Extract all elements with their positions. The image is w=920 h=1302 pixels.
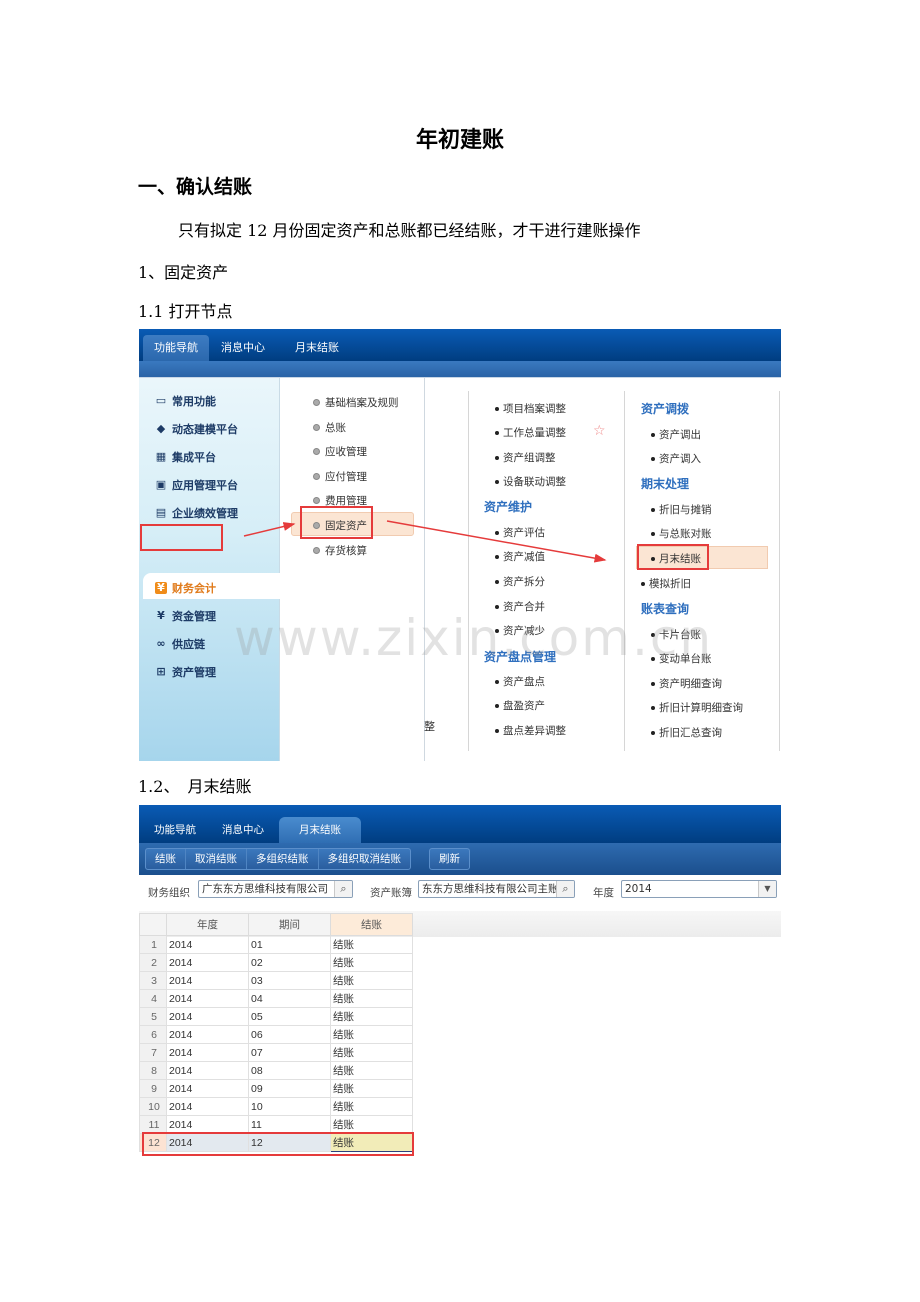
table-row[interactable]: 3 2014 03 结账 [139, 971, 413, 990]
close-cell[interactable]: 结账 [330, 1025, 413, 1044]
close-button[interactable]: 结账 [146, 849, 186, 869]
table-row[interactable]: 11 2014 11 结账 [139, 1115, 413, 1134]
row-number: 9 [139, 1079, 167, 1098]
org-input[interactable]: 广东东方思维科技有限公司 ⌕ [198, 880, 353, 898]
tab-function-nav[interactable]: 功能导航 [145, 817, 205, 843]
navigation-screenshot: 功能导航 消息中心 月末结账 ▭ 常用功能 ◆ 动态建模平台 ▦ 集成平台 ▣ 应用管理… [139, 329, 781, 761]
table-row[interactable]: 6 2014 06 结账 [139, 1025, 413, 1044]
book-input[interactable]: 东东方思维科技有限公司主账簿 ⌕ [418, 880, 575, 898]
period-cell: 07 [248, 1043, 331, 1062]
chevron-down-icon[interactable]: ▼ [758, 881, 776, 897]
close-cell[interactable]: 结账 [330, 989, 413, 1008]
close-cell[interactable]: 结账 [330, 1007, 413, 1026]
month-end-close-screenshot: 功能导航 消息中心 月末结账 结账 取消结账 多组织结账 多组织取消结账 刷新 … [139, 805, 781, 1160]
period-cell: 02 [248, 953, 331, 972]
year-cell: 2014 [166, 935, 249, 954]
period-cell: 03 [248, 971, 331, 990]
row-number: 8 [139, 1061, 167, 1080]
table-row[interactable]: 10 2014 10 结账 [139, 1097, 413, 1116]
row-number: 2 [139, 953, 167, 972]
section-heading: 一、确认结账 [138, 176, 253, 198]
row-number: 6 [139, 1025, 167, 1044]
arrow-to-month-end-close [386, 520, 607, 563]
period-cell: 05 [248, 1007, 331, 1026]
period-cell: 08 [248, 1061, 331, 1080]
year-cell: 2014 [166, 1079, 249, 1098]
multi-org-close-button[interactable]: 多组织结账 [247, 849, 319, 869]
top-tab-bar: 功能导航 消息中心 月末结账 [139, 805, 781, 843]
close-cell[interactable]: 结账 [330, 1115, 413, 1134]
row-number: 1 [139, 935, 167, 954]
period-cell: 10 [248, 1097, 331, 1116]
refresh-button-group: 刷新 [429, 848, 470, 870]
search-icon[interactable]: ⌕ [334, 881, 352, 897]
close-cell[interactable]: 结账 [330, 1061, 413, 1080]
tab-message-center[interactable]: 消息中心 [215, 817, 271, 843]
row-number: 3 [139, 971, 167, 990]
year-cell: 2014 [166, 953, 249, 972]
refresh-button[interactable]: 刷新 [430, 849, 469, 869]
step-heading-fixed-assets: 1、固定资产 [138, 263, 229, 282]
year-cell: 2014 [166, 989, 249, 1008]
row-number-header [139, 913, 167, 936]
column-header-close[interactable]: 结账 [330, 913, 413, 936]
year-cell: 2014 [166, 1025, 249, 1044]
row-number: 11 [139, 1115, 167, 1134]
row-number: 5 [139, 1007, 167, 1026]
close-button-group: 结账 取消结账 多组织结账 多组织取消结账 [145, 848, 411, 870]
year-cell: 2014 [166, 1115, 249, 1134]
intro-paragraph: 只有拟定 12 月份固定资产和总账都已经结账，才干进行建账操作 [178, 221, 641, 240]
step-heading-month-end: 1.2、 月末结账 [138, 777, 252, 796]
column-header-year[interactable]: 年度 [166, 913, 249, 936]
close-cell[interactable]: 结账 [330, 1043, 413, 1062]
year-cell: 2014 [166, 1007, 249, 1026]
arrow-to-fixed-assets [243, 522, 296, 537]
year-select[interactable]: 2014 ▼ [621, 880, 777, 898]
year-cell: 2014 [166, 971, 249, 990]
tab-month-end-close[interactable]: 月末结账 [279, 817, 361, 843]
close-cell[interactable]: 结账 [330, 971, 413, 990]
cancel-close-button[interactable]: 取消结账 [186, 849, 247, 869]
table-row[interactable]: 9 2014 09 结账 [139, 1079, 413, 1098]
table-row[interactable]: 1 2014 01 结账 [139, 935, 413, 954]
filter-bar: 财务组织 广东东方思维科技有限公司 ⌕ 资产账簿 东东方思维科技有限公司主账簿 … [139, 875, 781, 911]
period-cell: 04 [248, 989, 331, 1008]
search-icon[interactable]: ⌕ [556, 881, 574, 897]
annotation-arrows [243, 520, 607, 563]
step-heading-open-node: 1.1 打开节点 [138, 302, 233, 321]
period-cell: 06 [248, 1025, 331, 1044]
row-number: 4 [139, 989, 167, 1008]
period-cell: 11 [248, 1115, 331, 1134]
year-label: 年度 [593, 887, 614, 899]
row-number: 7 [139, 1043, 167, 1062]
close-cell[interactable]: 结账 [330, 935, 413, 954]
period-cell: 01 [248, 935, 331, 954]
table-row[interactable]: 2 2014 02 结账 [139, 953, 413, 972]
document-title: 年初建账 [415, 127, 504, 153]
period-cell: 09 [248, 1079, 331, 1098]
year-cell: 2014 [166, 1043, 249, 1062]
table-row[interactable]: 7 2014 07 结账 [139, 1043, 413, 1062]
org-label: 财务组织 [148, 887, 190, 899]
book-label: 资产账簿 [370, 887, 412, 899]
close-cell[interactable]: 结账 [330, 953, 413, 972]
highlight-box-row-12 [142, 1132, 414, 1156]
year-cell: 2014 [166, 1097, 249, 1116]
toolbar: 结账 取消结账 多组织结账 多组织取消结账 刷新 [139, 843, 781, 875]
table-row[interactable]: 5 2014 05 结账 [139, 1007, 413, 1026]
column-header-period[interactable]: 期间 [248, 913, 331, 936]
multi-org-cancel-close-button[interactable]: 多组织取消结账 [319, 849, 411, 869]
close-cell[interactable]: 结账 [330, 1097, 413, 1116]
row-number: 10 [139, 1097, 167, 1116]
close-cell[interactable]: 结账 [330, 1079, 413, 1098]
year-cell: 2014 [166, 1061, 249, 1080]
table-row[interactable]: 4 2014 04 结账 [139, 989, 413, 1008]
close-status-grid: 年度 期间 结账 1 2014 01 结账 2 2014 02 结账 3 2014 03 结账 4 201… [139, 913, 413, 1152]
table-row[interactable]: 8 2014 08 结账 [139, 1061, 413, 1080]
